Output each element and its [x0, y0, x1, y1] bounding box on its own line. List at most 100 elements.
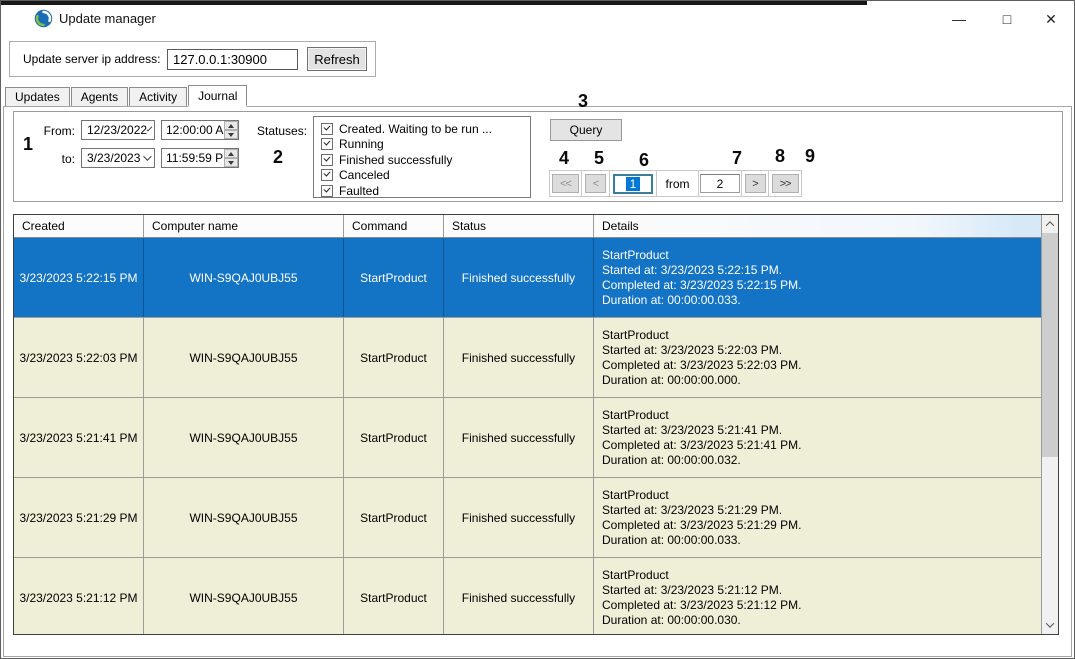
- cell-status: Finished successfully: [444, 558, 594, 634]
- from-date-picker[interactable]: 12/23/2022: [81, 120, 155, 140]
- cell-status: Finished successfully: [444, 318, 594, 397]
- app-icon: [34, 9, 53, 28]
- status-checkbox-finished[interactable]: Finished successfully: [321, 152, 530, 167]
- annotation-6: 6: [639, 150, 649, 171]
- column-header-created[interactable]: Created: [14, 215, 144, 237]
- status-label: Created. Waiting to be run ...: [339, 122, 492, 136]
- checkbox-checked-icon: [321, 169, 333, 181]
- from-label: From:: [39, 124, 75, 138]
- from-time-value: 12:00:00 A: [166, 123, 223, 137]
- status-checkbox-running[interactable]: Running: [321, 137, 530, 152]
- column-header-details[interactable]: Details: [594, 215, 1041, 237]
- annotation-9: 9: [805, 146, 815, 167]
- cell-computer-name: WIN-S9QAJ0UBJ55: [144, 398, 344, 477]
- server-ip-input[interactable]: 127.0.0.1:30900: [167, 49, 298, 70]
- scrollbar-thumb[interactable]: [1042, 233, 1058, 457]
- status-checkbox-canceled[interactable]: Canceled: [321, 168, 530, 183]
- maximize-button[interactable]: □: [989, 7, 1025, 31]
- cell-command: StartProduct: [344, 558, 444, 634]
- refresh-button[interactable]: Refresh: [307, 47, 367, 71]
- annotation-4: 4: [559, 148, 569, 169]
- annotation-1: 1: [23, 134, 33, 155]
- cell-details: StartProductStarted at: 3/23/2023 5:21:4…: [594, 398, 1041, 477]
- tab-agents[interactable]: Agents: [71, 87, 128, 106]
- cell-details: StartProductStarted at: 3/23/2023 5:21:2…: [594, 478, 1041, 557]
- minimize-button[interactable]: —: [941, 7, 977, 31]
- scroll-down-icon[interactable]: [1042, 616, 1058, 634]
- annotation-8: 8: [775, 146, 785, 167]
- table-row[interactable]: 3/23/2023 5:21:29 PMWIN-S9QAJ0UBJ55Start…: [14, 478, 1041, 558]
- cell-status: Finished successfully: [444, 398, 594, 477]
- table-row[interactable]: 3/23/2023 5:22:03 PMWIN-S9QAJ0UBJ55Start…: [14, 318, 1041, 398]
- cell-command: StartProduct: [344, 318, 444, 397]
- spin-down-icon[interactable]: [224, 130, 238, 139]
- to-date-picker[interactable]: 3/23/2023: [81, 148, 155, 168]
- spin-up-icon[interactable]: [224, 149, 238, 158]
- status-label: Canceled: [339, 168, 390, 182]
- next-page-button[interactable]: >: [745, 174, 766, 193]
- to-time-spinner[interactable]: 11:59:59 P: [161, 148, 239, 168]
- pagination-bar: << < 1 from 2 > >>: [550, 170, 802, 197]
- close-button[interactable]: ✕: [1033, 7, 1069, 31]
- spin-down-icon[interactable]: [224, 158, 238, 167]
- annotation-5: 5: [594, 148, 604, 169]
- tab-updates[interactable]: Updates: [5, 87, 70, 106]
- cell-created: 3/23/2023 5:22:03 PM: [14, 318, 144, 397]
- status-label: Finished successfully: [339, 153, 452, 167]
- checkbox-checked-icon: [321, 185, 333, 197]
- table-row[interactable]: 3/23/2023 5:22:15 PMWIN-S9QAJ0UBJ55Start…: [14, 238, 1041, 318]
- cell-command: StartProduct: [344, 478, 444, 557]
- to-date-value: 3/23/2023: [87, 151, 140, 165]
- cell-details: StartProductStarted at: 3/23/2023 5:22:1…: [594, 238, 1041, 317]
- table-row[interactable]: 3/23/2023 5:21:12 PMWIN-S9QAJ0UBJ55Start…: [14, 558, 1041, 634]
- cell-command: StartProduct: [344, 398, 444, 477]
- status-label: Faulted: [339, 184, 379, 198]
- from-date-value: 12/23/2022: [87, 123, 147, 137]
- current-page-value: 1: [626, 177, 641, 191]
- statuses-label: Statuses:: [257, 124, 307, 138]
- prev-page-button[interactable]: <: [585, 174, 606, 193]
- cell-created: 3/23/2023 5:21:41 PM: [14, 398, 144, 477]
- to-time-value: 11:59:59 P: [166, 151, 223, 165]
- first-page-button[interactable]: <<: [552, 174, 579, 193]
- table-body: 3/23/2023 5:22:15 PMWIN-S9QAJ0UBJ55Start…: [14, 238, 1041, 634]
- cell-created: 3/23/2023 5:22:15 PM: [14, 238, 144, 317]
- title-bar: Update manager — □ ✕: [1, 5, 1074, 34]
- from-time-spinner[interactable]: 12:00:00 A: [161, 120, 239, 140]
- column-header-computer-name[interactable]: Computer name: [144, 215, 344, 237]
- vertical-scrollbar[interactable]: [1041, 215, 1058, 634]
- query-button[interactable]: Query: [550, 119, 622, 141]
- spin-up-icon[interactable]: [224, 121, 238, 130]
- checkbox-checked-icon: [321, 138, 333, 150]
- scroll-up-icon[interactable]: [1042, 215, 1058, 233]
- tab-activity[interactable]: Activity: [129, 87, 187, 106]
- cell-details: StartProductStarted at: 3/23/2023 5:22:0…: [594, 318, 1041, 397]
- window-title: Update manager: [59, 11, 156, 26]
- table-header: Created Computer name Command Status Det…: [14, 215, 1041, 238]
- annotation-2: 2: [273, 147, 283, 168]
- total-pages-field[interactable]: 2: [700, 174, 740, 193]
- to-label: to:: [39, 152, 75, 166]
- cell-computer-name: WIN-S9QAJ0UBJ55: [144, 238, 344, 317]
- column-header-status[interactable]: Status: [444, 215, 594, 237]
- annotation-3: 3: [578, 91, 588, 112]
- checkbox-checked-icon: [321, 123, 333, 135]
- status-checkbox-created[interactable]: Created. Waiting to be run ...: [321, 121, 530, 136]
- cell-created: 3/23/2023 5:21:29 PM: [14, 478, 144, 557]
- table-row[interactable]: 3/23/2023 5:21:41 PMWIN-S9QAJ0UBJ55Start…: [14, 398, 1041, 478]
- cell-status: Finished successfully: [444, 238, 594, 317]
- last-page-button[interactable]: >>: [772, 174, 799, 193]
- cell-details: StartProductStarted at: 3/23/2023 5:21:1…: [594, 558, 1041, 634]
- update-manager-window: Update manager — □ ✕ Update server ip ad…: [0, 0, 1075, 659]
- tab-journal[interactable]: Journal: [188, 85, 247, 107]
- cell-status: Finished successfully: [444, 478, 594, 557]
- pager-from-label: from: [666, 177, 690, 191]
- current-page-input[interactable]: 1: [613, 174, 653, 194]
- cell-computer-name: WIN-S9QAJ0UBJ55: [144, 318, 344, 397]
- cell-computer-name: WIN-S9QAJ0UBJ55: [144, 478, 344, 557]
- checkbox-checked-icon: [321, 154, 333, 166]
- cell-command: StartProduct: [344, 238, 444, 317]
- column-header-command[interactable]: Command: [344, 215, 444, 237]
- chevron-down-icon: [143, 152, 151, 160]
- status-checkbox-faulted[interactable]: Faulted: [321, 183, 530, 198]
